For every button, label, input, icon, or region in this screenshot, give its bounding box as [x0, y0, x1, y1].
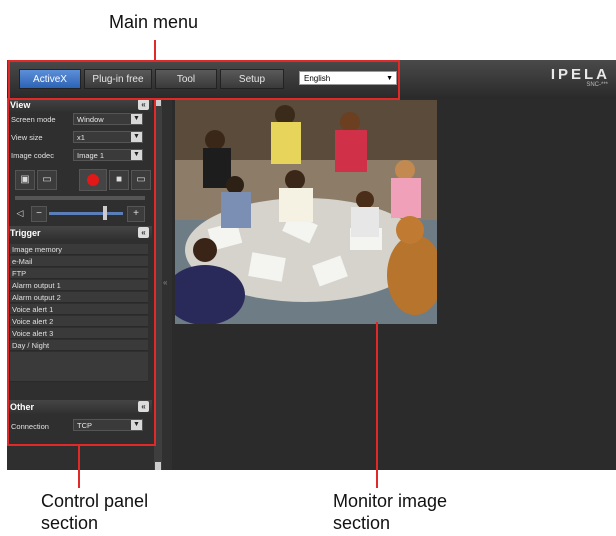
monitor-background	[437, 98, 616, 470]
control-panel-callout-line1: Control panel	[41, 491, 149, 511]
model-label: SNC-***	[586, 82, 608, 88]
collapse-arrow-icon: «	[163, 278, 168, 287]
brand-logo: IPELA	[550, 66, 610, 83]
monitor-callout-line1: Monitor image	[333, 491, 448, 511]
control-panel-leader-line	[78, 446, 80, 488]
main-menu-leader-line	[154, 40, 156, 60]
monitor-callout-line2: section	[333, 513, 391, 533]
control-panel-callout-line2: section	[41, 513, 99, 533]
main-menu-callout: Main menu	[109, 12, 199, 32]
panel-toggle-bar[interactable]: «	[162, 98, 172, 470]
scroll-down-arrow[interactable]	[155, 462, 161, 470]
classroom-photo	[175, 100, 437, 324]
control-panel-highlight	[7, 98, 156, 446]
main-menu-highlight	[8, 60, 400, 100]
monitor-leader-line	[376, 322, 378, 488]
monitor-image	[175, 100, 437, 324]
